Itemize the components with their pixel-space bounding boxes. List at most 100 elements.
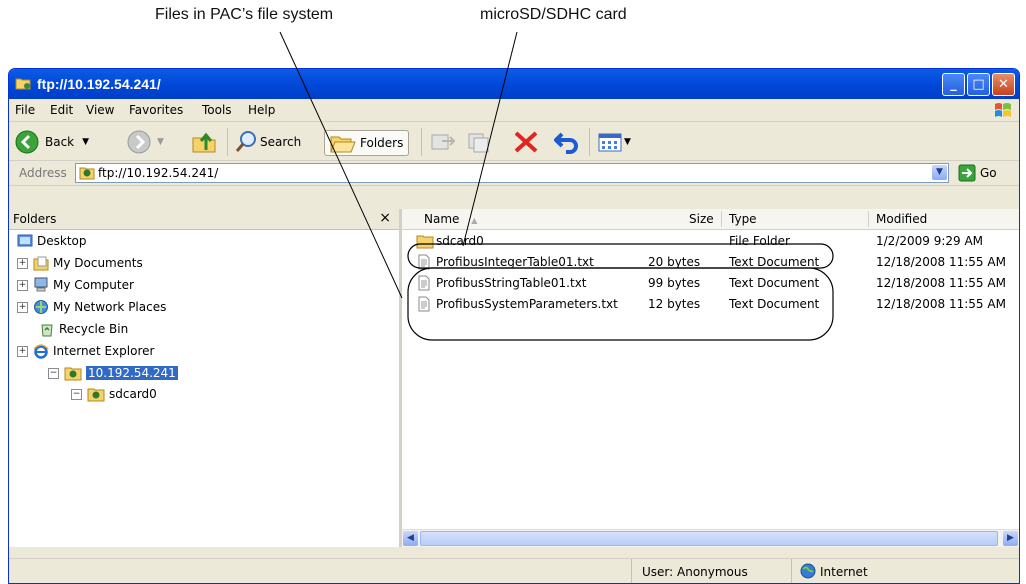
internet-globe-icon xyxy=(800,563,816,579)
file-name: ProfibusStringTable01.txt xyxy=(436,276,587,290)
expand-icon[interactable]: + xyxy=(17,301,28,313)
file-size: 20 bytes xyxy=(648,255,701,269)
file-size: 99 bytes xyxy=(648,276,701,290)
text-file-icon xyxy=(418,296,430,312)
tree-item-my-network-places[interactable]: + My Network Places xyxy=(17,298,166,316)
delete-icon xyxy=(514,131,538,153)
undo-button[interactable] xyxy=(554,130,580,154)
expand-icon[interactable]: + xyxy=(17,279,28,291)
file-name: ProfibusSystemParameters.txt xyxy=(436,297,618,311)
column-header-modified[interactable]: Modified xyxy=(876,212,927,226)
menu-view[interactable]: View xyxy=(86,103,114,117)
close-icon[interactable]: × xyxy=(379,210,391,226)
ftp-folder-icon xyxy=(15,78,31,90)
card-callout-label: microSD/SDHC card xyxy=(480,6,627,23)
file-row[interactable]: ProfibusSystemParameters.txt 12 bytes Te… xyxy=(402,294,1019,314)
copy-to-button[interactable] xyxy=(466,130,492,154)
computer-icon xyxy=(34,277,48,292)
horizontal-scrollbar[interactable]: ◀ ▶ xyxy=(402,529,1019,547)
tree-item-my-documents[interactable]: + My Documents xyxy=(17,254,143,272)
folders-pane-title: Folders xyxy=(13,212,57,226)
tree-item-my-computer[interactable]: + My Computer xyxy=(17,276,134,294)
close-window-button[interactable]: ✕ xyxy=(992,73,1015,96)
expand-icon[interactable]: + xyxy=(17,345,28,357)
ftp-site-icon xyxy=(64,367,82,381)
collapse-icon[interactable]: − xyxy=(48,367,59,379)
file-row[interactable]: ProfibusStringTable01.txt 99 bytes Text … xyxy=(402,273,1019,293)
maximize-button[interactable]: □ xyxy=(967,73,990,96)
move-to-button[interactable] xyxy=(430,130,456,154)
column-header-type[interactable]: Type xyxy=(729,212,757,226)
minimize-button[interactable]: _ xyxy=(942,73,965,96)
chevron-down-icon[interactable]: ▼ xyxy=(932,165,947,180)
back-button[interactable]: Back ▼ xyxy=(15,130,89,154)
menu-edit[interactable]: Edit xyxy=(50,103,73,117)
folder-icon xyxy=(416,235,434,249)
standard-toolbar: Back ▼ ▼ Search Folders ▼ xyxy=(9,122,1019,161)
chevron-down-icon[interactable]: ▼ xyxy=(624,137,631,147)
back-label: Back xyxy=(45,135,75,149)
scroll-right-icon[interactable]: ▶ xyxy=(1003,531,1018,546)
forward-button[interactable]: ▼ xyxy=(127,130,164,154)
windows-logo-icon xyxy=(995,103,1011,117)
file-row[interactable]: sdcard0 File Folder 1/2/2009 9:29 AM xyxy=(402,231,1019,251)
views-button[interactable]: ▼ xyxy=(597,130,631,154)
file-modified: 12/18/2008 11:55 AM xyxy=(876,276,1006,290)
move-to-icon xyxy=(431,134,456,150)
address-input[interactable]: ftp://10.192.54.241/ ▼ xyxy=(75,163,949,183)
delete-button[interactable] xyxy=(513,130,539,154)
file-name: sdcard0 xyxy=(436,234,484,248)
go-arrow-icon xyxy=(958,164,976,182)
back-arrow-icon xyxy=(15,130,39,154)
up-folder-button[interactable] xyxy=(191,130,217,154)
file-list-pane: Name ▲ Size Type Modified sdcard0 File F… xyxy=(402,209,1019,547)
scroll-left-icon[interactable]: ◀ xyxy=(403,531,418,546)
chevron-down-icon[interactable]: ▼ xyxy=(157,137,164,147)
file-type: Text Document xyxy=(729,276,820,290)
window-title: ftp://10.192.54.241/ xyxy=(37,76,161,92)
go-button[interactable]: Go xyxy=(958,164,997,182)
address-value: ftp://10.192.54.241/ xyxy=(98,166,219,180)
menu-bar: File Edit View Favorites Tools Help xyxy=(9,99,1019,122)
address-bar: Address ftp://10.192.54.241/ ▼ Go xyxy=(9,161,1019,186)
tree-item-label-selected: 10.192.54.241 xyxy=(86,366,178,380)
desktop-icon xyxy=(17,234,33,247)
file-modified: 1/2/2009 9:29 AM xyxy=(876,234,984,248)
text-file-icon xyxy=(418,275,430,291)
tree-item-recycle-bin[interactable]: Recycle Bin xyxy=(39,320,128,338)
tree-item-internet-explorer[interactable]: + Internet Explorer xyxy=(17,342,154,360)
file-name: ProfibusIntegerTable01.txt xyxy=(436,255,594,269)
menu-help[interactable]: Help xyxy=(248,103,275,117)
scrollbar-thumb[interactable] xyxy=(420,531,998,546)
status-zone: Internet xyxy=(820,565,868,579)
collapse-icon[interactable]: − xyxy=(71,388,82,400)
menu-file[interactable]: File xyxy=(15,103,35,117)
column-header-size[interactable]: Size xyxy=(689,212,714,226)
explorer-window: ftp://10.192.54.241/ _ □ ✕ File Edit Vie… xyxy=(8,68,1020,584)
file-size: 12 bytes xyxy=(648,297,701,311)
status-user: User: Anonymous xyxy=(642,565,748,579)
status-zone-cell: Internet xyxy=(791,559,1019,583)
tree-item-sdcard0[interactable]: − sdcard0 xyxy=(71,385,157,403)
column-headers: Name ▲ Size Type Modified xyxy=(402,209,1019,230)
tree-item-ftp-site[interactable]: − 10.192.54.241 xyxy=(48,364,178,382)
file-modified: 12/18/2008 11:55 AM xyxy=(876,255,1006,269)
folders-button[interactable]: Folders xyxy=(324,130,410,156)
folders-pane: Folders × Desktop + My Documents + My Co… xyxy=(9,209,402,547)
tree-item-desktop[interactable]: Desktop xyxy=(17,232,87,250)
documents-folder-icon xyxy=(33,256,49,271)
chevron-down-icon[interactable]: ▼ xyxy=(82,137,89,147)
column-header-name[interactable]: Name ▲ xyxy=(424,212,477,226)
menu-favorites[interactable]: Favorites xyxy=(129,103,183,117)
menu-tools[interactable]: Tools xyxy=(202,103,232,117)
file-row[interactable]: ProfibusIntegerTable01.txt 20 bytes Text… xyxy=(402,252,1019,272)
sort-ascending-icon: ▲ xyxy=(471,216,478,225)
file-modified: 12/18/2008 11:55 AM xyxy=(876,297,1006,311)
expand-icon[interactable]: + xyxy=(17,257,28,269)
search-button[interactable]: Search xyxy=(234,130,301,154)
title-bar[interactable]: ftp://10.192.54.241/ _ □ ✕ xyxy=(9,69,1019,99)
status-bar: User: Anonymous Internet xyxy=(9,558,1019,583)
folders-label: Folders xyxy=(360,136,404,150)
go-label: Go xyxy=(980,166,997,180)
text-file-icon xyxy=(418,254,430,270)
